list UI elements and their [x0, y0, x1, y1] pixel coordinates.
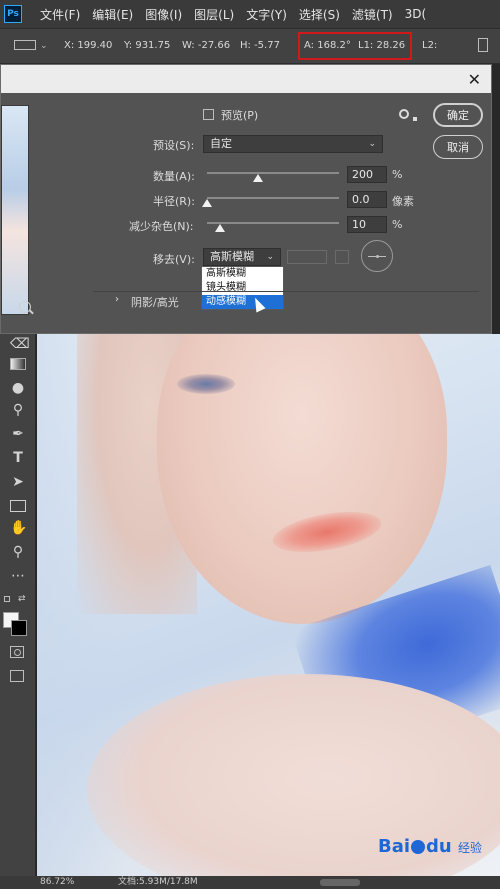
reduce-noise-label: 减少杂色(N):: [129, 220, 194, 233]
eraser-icon[interactable]: ⌫: [10, 336, 30, 352]
tools-panel: ⌫ ● ⚲ ✒ T ➤ ✋ ⚲ ⋯ ⇄: [0, 334, 36, 876]
chevron-down-icon: ⌄: [368, 139, 376, 149]
status-bar: 86.72% 文档:5.93M/17.8M: [0, 876, 500, 889]
gear-icon[interactable]: [399, 109, 409, 119]
radius-input[interactable]: 0.0: [347, 191, 387, 208]
angle-input: [287, 250, 327, 264]
zoom-level[interactable]: 86.72%: [40, 876, 74, 889]
background-color[interactable]: [11, 620, 27, 636]
menu-layer[interactable]: 图层(L): [194, 6, 234, 23]
section-divider: [93, 291, 479, 292]
panel-icon[interactable]: [478, 38, 488, 52]
radius-slider[interactable]: [207, 197, 339, 199]
swap-colors-icon[interactable]: ⇄: [18, 594, 26, 604]
menu-select[interactable]: 选择(S): [299, 6, 340, 23]
y-readout: Y: 931.75: [124, 40, 171, 51]
menu-bar: Ps 文件(F) 编辑(E) 图像(I) 图层(L) 文字(Y) 选择(S) 滤…: [0, 0, 500, 28]
preview-thumbnail[interactable]: [1, 105, 29, 315]
w-readout: W: -27.66: [182, 40, 231, 51]
preset-value: 自定: [210, 137, 232, 150]
amount-input[interactable]: 200: [347, 166, 387, 183]
radius-slider-thumb[interactable]: [202, 199, 212, 207]
h-readout: H: -5.77: [240, 40, 280, 51]
document-size: 文档:5.93M/17.8M: [118, 877, 198, 887]
remove-option-gaussian[interactable]: 高斯模糊: [202, 267, 283, 281]
path-select-icon[interactable]: ➤: [10, 474, 26, 490]
remove-label: 移去(V):: [153, 253, 195, 266]
chevron-down-icon[interactable]: ⌄: [40, 41, 48, 51]
chevron-down-icon: ⌄: [266, 252, 274, 262]
menu-edit[interactable]: 编辑(E): [92, 6, 133, 23]
preview-checkbox[interactable]: [203, 109, 214, 120]
close-icon[interactable]: ✕: [468, 70, 481, 89]
length2-readout: L2:: [422, 40, 438, 51]
menu-filter[interactable]: 滤镜(T): [352, 6, 393, 23]
default-colors-icon[interactable]: [4, 596, 10, 602]
options-bar: ⌄ X: 199.40 Y: 931.75 W: -27.66 H: -5.77…: [0, 28, 500, 64]
blur-drop-icon[interactable]: ●: [10, 380, 26, 396]
ok-button[interactable]: 确定: [433, 103, 483, 127]
highlight-box: [298, 32, 412, 60]
dodge-icon[interactable]: ⚲: [10, 402, 26, 418]
zoom-icon[interactable]: [19, 301, 31, 313]
reduce-noise-slider[interactable]: [207, 222, 339, 224]
watermark-suffix: du: [426, 836, 452, 857]
cancel-button[interactable]: 取消: [433, 135, 483, 159]
rectangle-icon[interactable]: [10, 500, 26, 512]
radius-unit: 像素: [392, 195, 414, 208]
smart-sharpen-dialog: ✕ 预览(P) 确定 取消 预设(S): 自定 ⌄ 数量(A): 200 % 半…: [0, 64, 492, 334]
angle-dial[interactable]: [361, 240, 393, 272]
remove-value: 高斯模糊: [210, 250, 254, 263]
remove-dropdown-list: 高斯模糊 镜头模糊 动感模糊: [201, 266, 284, 310]
hand-icon[interactable]: ✋: [10, 520, 27, 536]
document-canvas[interactable]: [37, 334, 500, 876]
amount-slider[interactable]: [207, 172, 339, 174]
menu-type[interactable]: 文字(Y): [246, 6, 287, 23]
reduce-noise-slider-thumb[interactable]: [215, 224, 226, 232]
reduce-noise-input[interactable]: 10: [347, 216, 387, 233]
amount-unit: %: [392, 168, 403, 181]
preset-select[interactable]: 自定 ⌄: [203, 135, 383, 153]
paw-icon: [411, 840, 426, 854]
remove-option-motion[interactable]: 动感模糊: [202, 295, 283, 309]
type-icon[interactable]: T: [10, 450, 26, 466]
chevron-right-icon[interactable]: ›: [115, 294, 119, 305]
amount-label: 数量(A):: [153, 170, 195, 183]
trash-icon: [335, 250, 349, 264]
dialog-titlebar: ✕: [1, 65, 491, 93]
watermark-brand: Bai: [378, 836, 411, 857]
gradient-icon[interactable]: [10, 358, 26, 370]
ruler-preset-icon[interactable]: [14, 40, 36, 50]
zoom-tool-icon[interactable]: ⚲: [10, 544, 26, 560]
radius-label: 半径(R):: [153, 195, 195, 208]
preview-label: 预览(P): [221, 109, 259, 122]
menu-image[interactable]: 图像(I): [145, 6, 182, 23]
photoshop-logo[interactable]: Ps: [4, 5, 22, 23]
remove-option-lens[interactable]: 镜头模糊: [202, 281, 283, 295]
baidu-watermark: Bai du 经验: [378, 836, 482, 857]
x-readout: X: 199.40: [64, 40, 113, 51]
preset-label: 预设(S):: [153, 139, 195, 152]
menu-file[interactable]: 文件(F): [40, 6, 80, 23]
horizontal-scrollbar[interactable]: [320, 879, 360, 886]
shadow-highlight-section[interactable]: 阴影/高光: [131, 294, 179, 310]
more-tools-icon[interactable]: ⋯: [10, 568, 26, 584]
gear-caret-icon: [413, 117, 417, 121]
menu-3d[interactable]: 3D(: [405, 7, 427, 21]
image-eye: [177, 374, 235, 394]
screen-mode-icon[interactable]: [10, 670, 24, 682]
amount-slider-thumb[interactable]: [253, 174, 264, 182]
remove-select[interactable]: 高斯模糊 ⌄: [203, 248, 281, 266]
pen-icon[interactable]: ✒: [10, 426, 26, 442]
reduce-noise-unit: %: [392, 218, 403, 231]
quick-mask-icon[interactable]: [10, 646, 24, 658]
watermark-sub: 经验: [458, 841, 483, 855]
